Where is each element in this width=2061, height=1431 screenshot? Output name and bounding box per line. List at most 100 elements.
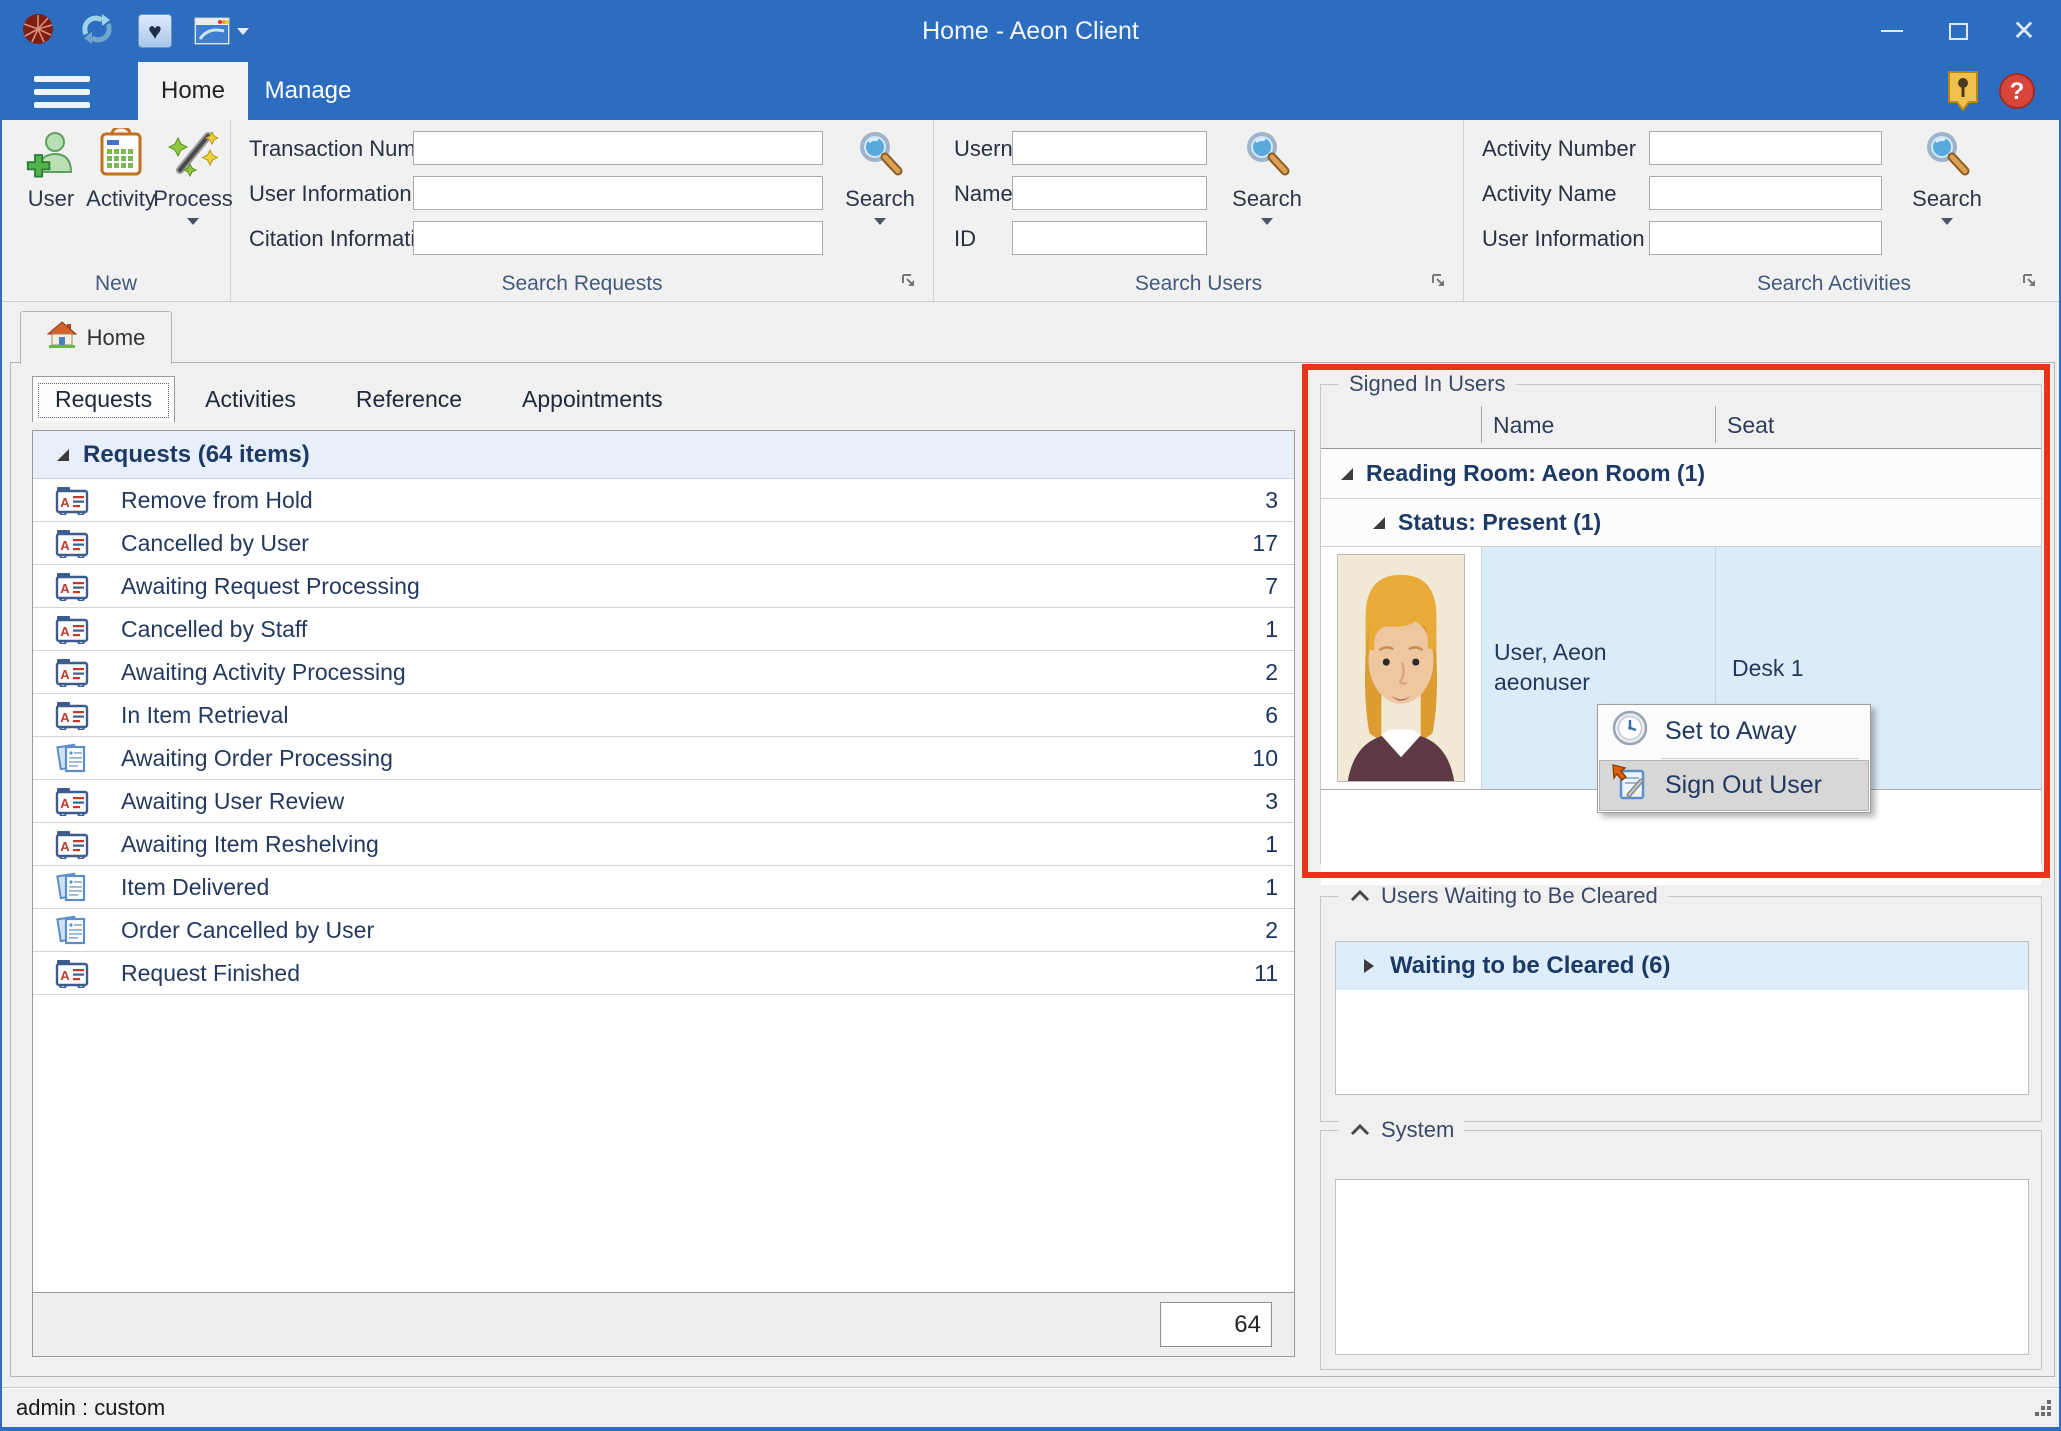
request-category-row[interactable]: Awaiting Order Processing10: [33, 737, 1294, 780]
subtab-activities[interactable]: Activities: [175, 376, 326, 422]
clock-icon: [1611, 709, 1649, 754]
system-list: [1335, 1179, 2029, 1355]
requests-panel: Requests (64 items) ARemove from Hold3AC…: [32, 430, 1295, 1357]
request-category-row[interactable]: AAwaiting User Review3: [33, 780, 1294, 823]
request-category-label: Item Delivered: [121, 874, 1265, 901]
search-requests-button[interactable]: Search: [837, 130, 923, 225]
requests-total-count: 64: [1160, 1302, 1272, 1347]
request-category-count: 1: [1265, 616, 1278, 643]
expanded-triangle-icon: [1373, 517, 1385, 529]
search-users-launcher-icon[interactable]: [1431, 273, 1447, 294]
request-category-row[interactable]: AAwaiting Activity Processing2: [33, 651, 1294, 694]
search-users-dropdown-icon: [1261, 218, 1273, 225]
waiting-group-header[interactable]: Waiting to be Cleared (6): [1336, 942, 2028, 990]
document-tab-home[interactable]: Home: [20, 311, 172, 364]
ribbon-group-search-users: Username Name ID Search S: [934, 120, 1464, 301]
collapse-chevron-icon[interactable]: [1349, 883, 1371, 909]
activity-name-input[interactable]: [1649, 176, 1882, 210]
group-caption-search-activities: Search Activities: [1674, 272, 1994, 296]
help-icon[interactable]: ?: [1997, 71, 2037, 116]
activity-number-input[interactable]: [1649, 131, 1882, 165]
svg-text:A: A: [60, 968, 70, 983]
request-category-label: Cancelled by User: [121, 530, 1252, 557]
user-avatar: [1337, 554, 1465, 782]
user-username: aeonuser: [1494, 668, 1715, 698]
new-process-button[interactable]: Process: [150, 128, 236, 225]
reading-room-group-row[interactable]: Reading Room: Aeon Room (1): [1321, 449, 2041, 499]
menu-item-set-to-away[interactable]: Set to Away: [1599, 706, 1869, 757]
search-users-button[interactable]: Search: [1224, 130, 1310, 225]
request-category-row[interactable]: Order Cancelled by User2: [33, 909, 1294, 952]
request-icon: A: [55, 485, 93, 515]
request-category-row[interactable]: AAwaiting Request Processing7: [33, 565, 1294, 608]
users-waiting-panel: Users Waiting to Be Cleared Waiting to b…: [1320, 896, 2042, 1122]
column-header-name[interactable]: Name: [1493, 401, 1554, 449]
transaction-number-input[interactable]: [413, 131, 823, 165]
request-category-count: 17: [1252, 530, 1278, 557]
request-category-label: Awaiting Item Reshelving: [121, 831, 1265, 858]
signed-in-users-table-header: Name Seat: [1321, 401, 2041, 449]
citation-information-input[interactable]: [413, 221, 823, 255]
subtab-requests[interactable]: Requests: [32, 376, 175, 422]
request-category-count: 2: [1265, 659, 1278, 686]
hamburger-menu-icon[interactable]: [34, 76, 90, 108]
ribbon-group-search-activities: Activity Number Activity Name User Infor…: [1464, 120, 2054, 301]
new-process-icon: [168, 128, 218, 183]
request-category-row[interactable]: ARequest Finished11: [33, 952, 1294, 995]
subtab-appointments[interactable]: Appointments: [492, 376, 693, 422]
close-button[interactable]: ✕: [1991, 0, 2057, 62]
view-subtabs: Requests Activities Reference Appointmen…: [32, 376, 693, 422]
request-category-row[interactable]: AIn Item Retrieval6: [33, 694, 1294, 737]
request-category-label: In Item Retrieval: [121, 702, 1265, 729]
collapse-chevron-icon[interactable]: [1349, 1117, 1371, 1143]
search-activities-launcher-icon[interactable]: [2022, 273, 2038, 294]
minimize-button[interactable]: [1859, 0, 1925, 62]
user-id-input[interactable]: [1012, 221, 1207, 255]
maximize-icon: [1949, 23, 1968, 40]
user-photo-cell: [1321, 547, 1481, 789]
resize-grip[interactable]: [2033, 1398, 2053, 1423]
status-bar: admin : custom: [2, 1387, 2059, 1427]
request-category-label: Order Cancelled by User: [121, 917, 1265, 944]
expanded-triangle-icon: [1341, 468, 1353, 480]
request-category-count: 7: [1265, 573, 1278, 600]
user-display-name: User, Aeon: [1494, 638, 1715, 668]
user-context-menu: Set to Away Sign Out User: [1597, 704, 1871, 813]
request-icon: A: [55, 614, 93, 644]
request-category-count: 3: [1265, 788, 1278, 815]
ribbon-tab-home[interactable]: Home: [138, 62, 248, 120]
request-icon: A: [55, 786, 93, 816]
expanded-triangle-icon: [57, 449, 69, 461]
search-icon: [856, 130, 904, 183]
request-category-row[interactable]: A Cancelled by User17: [33, 522, 1294, 565]
maximize-button[interactable]: [1925, 0, 1991, 62]
username-input[interactable]: [1012, 131, 1207, 165]
close-icon: ✕: [2012, 17, 2035, 45]
app-window: ♥ Home - Aeon Client ✕ Home Manage: [0, 0, 2061, 1431]
request-category-row[interactable]: A Cancelled by Staff1: [33, 608, 1294, 651]
subtab-reference[interactable]: Reference: [326, 376, 492, 422]
requests-group-header[interactable]: Requests (64 items): [33, 431, 1294, 479]
search-requests-dropdown-icon: [874, 218, 886, 225]
user-name-input[interactable]: [1012, 176, 1207, 210]
ribbon-tab-manage[interactable]: Manage: [248, 62, 368, 120]
search-activities-button[interactable]: Search: [1904, 130, 1990, 225]
request-category-row[interactable]: AAwaiting Item Reshelving1: [33, 823, 1294, 866]
pin-info-icon[interactable]: [1945, 70, 1981, 117]
order-icon: [55, 872, 93, 902]
status-present-group-row[interactable]: Status: Present (1): [1321, 499, 2041, 547]
request-category-label: Cancelled by Staff: [121, 616, 1265, 643]
request-category-label: Awaiting Order Processing: [121, 745, 1252, 772]
search-requests-launcher-icon[interactable]: [901, 273, 917, 294]
column-header-seat[interactable]: Seat: [1727, 401, 1774, 449]
request-category-row[interactable]: ARemove from Hold3: [33, 479, 1294, 522]
request-icon: A: [55, 528, 93, 558]
request-user-information-input[interactable]: [413, 176, 823, 210]
request-category-row[interactable]: Item Delivered1: [33, 866, 1294, 909]
ribbon-body: User Activity: [2, 120, 2059, 302]
request-category-count: 1: [1265, 874, 1278, 901]
menu-item-sign-out-user[interactable]: Sign Out User: [1599, 760, 1869, 811]
svg-text:A: A: [60, 796, 70, 811]
activity-user-information-input[interactable]: [1649, 221, 1882, 255]
signed-in-users-title: Signed In Users: [1339, 371, 1516, 397]
